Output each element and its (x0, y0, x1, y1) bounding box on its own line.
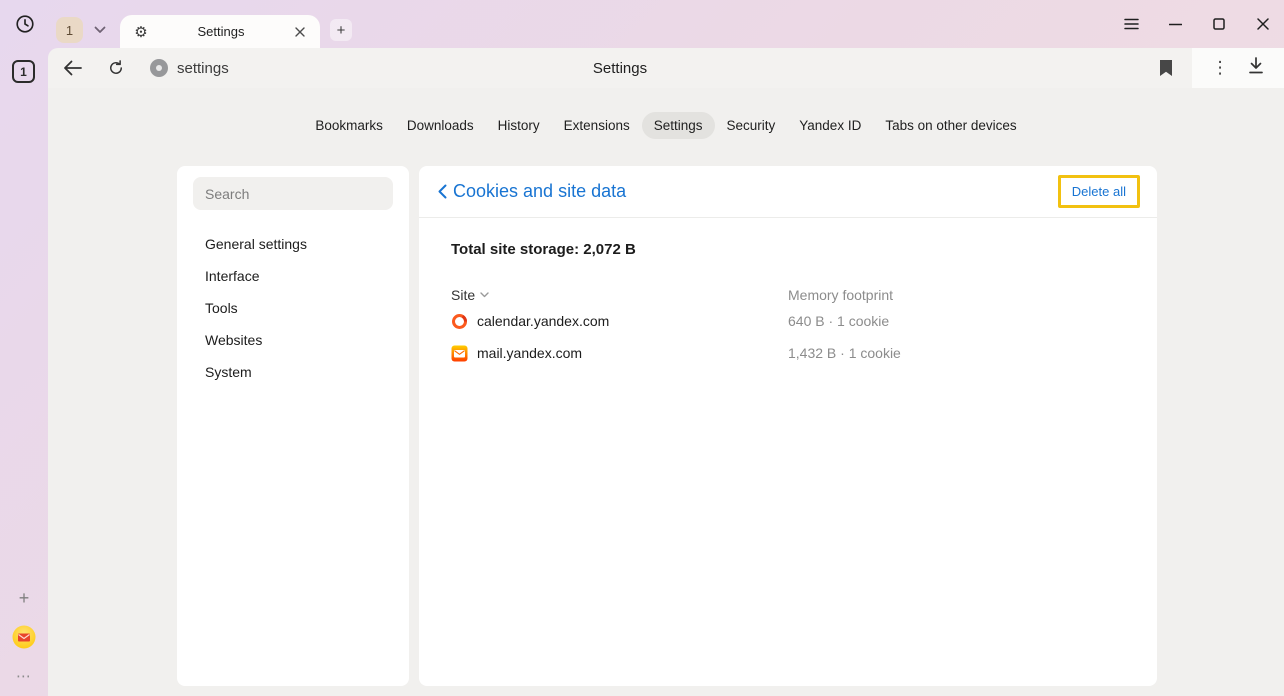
tab-bar: 1 ⚙ Settings + (0, 0, 1284, 48)
site-name: mail.yandex.com (477, 345, 582, 361)
nav-yandex-id[interactable]: Yandex ID (787, 112, 873, 139)
top-navigation: Bookmarks Downloads History Extensions S… (48, 112, 1284, 139)
mail-favicon-icon (451, 345, 468, 362)
nav-bookmarks[interactable]: Bookmarks (303, 112, 395, 139)
cookies-panel: Cookies and site data Delete all Total s… (419, 166, 1157, 686)
sidebar-item-system[interactable]: System (177, 356, 409, 388)
table-row[interactable]: mail.yandex.com 1,432 B · 1 cookie (451, 337, 1125, 369)
nav-extensions[interactable]: Extensions (552, 112, 642, 139)
table-header: Site Memory footprint (451, 285, 1125, 305)
search-box (193, 177, 393, 210)
sidebar-item-tools[interactable]: Tools (177, 292, 409, 324)
tabs-panel-counter[interactable]: 1 (12, 60, 35, 83)
tab-close-icon[interactable] (290, 22, 310, 42)
delete-all-button[interactable]: Delete all (1058, 175, 1140, 208)
column-site-label: Site (451, 287, 475, 303)
nav-tabs-other-devices[interactable]: Tabs on other devices (873, 112, 1028, 139)
history-clock-icon[interactable] (13, 12, 37, 36)
site-icon (150, 59, 168, 77)
reload-icon[interactable] (104, 56, 128, 80)
more-options-icon[interactable]: ⋯ (12, 668, 36, 684)
sidebar-item-websites[interactable]: Websites (177, 324, 409, 356)
toolbar: settings Settings ⋮ (48, 48, 1284, 88)
nav-settings[interactable]: Settings (642, 112, 715, 139)
address-text: settings (177, 60, 229, 77)
total-storage-text: Total site storage: 2,072 B (451, 241, 1125, 258)
sidebar-item-general-settings[interactable]: General settings (177, 228, 409, 260)
section-title[interactable]: Cookies and site data (453, 181, 1058, 202)
new-tab-button[interactable]: + (330, 19, 352, 41)
search-input[interactable] (193, 186, 393, 202)
back-chevron-icon[interactable] (435, 183, 449, 201)
tab-counter-badge[interactable]: 1 (56, 17, 83, 43)
sidebar-item-interface[interactable]: Interface (177, 260, 409, 292)
table-row[interactable]: calendar.yandex.com 640 B · 1 cookie (451, 305, 1125, 337)
nav-security[interactable]: Security (715, 112, 788, 139)
sidebar-list: General settings Interface Tools Website… (177, 228, 409, 388)
tab-settings[interactable]: ⚙ Settings (120, 15, 320, 48)
settings-page: Bookmarks Downloads History Extensions S… (48, 88, 1284, 696)
calendar-favicon-icon (451, 313, 468, 330)
bookmark-icon[interactable] (1154, 56, 1178, 80)
maximize-icon[interactable] (1208, 13, 1230, 35)
site-name: calendar.yandex.com (477, 313, 609, 329)
nav-downloads[interactable]: Downloads (395, 112, 486, 139)
chevron-down-icon[interactable] (91, 21, 109, 39)
back-icon[interactable] (60, 56, 84, 80)
browser-window: 1 ⚙ Settings + 1 (0, 0, 1284, 696)
toolbar-right: ⋮ (1154, 48, 1284, 88)
column-memory-label: Memory footprint (788, 287, 893, 303)
settings-sidebar: General settings Interface Tools Website… (177, 166, 409, 686)
column-site[interactable]: Site (451, 287, 788, 303)
strip-add-icon[interactable]: + (12, 586, 36, 610)
yandex-mail-icon[interactable] (11, 624, 37, 650)
left-strip: 1 + ⋯ (0, 48, 48, 696)
content-header: Cookies and site data Delete all (419, 166, 1157, 218)
menu-hamburger-icon[interactable] (1120, 13, 1142, 35)
content-body: Total site storage: 2,072 B Site Memory … (419, 241, 1157, 369)
toolbar-right-panel: ⋮ (1192, 48, 1284, 88)
minimize-icon[interactable] (1164, 13, 1186, 35)
memory-cell: 640 B · 1 cookie (788, 313, 889, 329)
download-icon[interactable] (1248, 57, 1264, 79)
address-bar[interactable]: settings (150, 59, 229, 77)
site-cell: calendar.yandex.com (451, 313, 788, 330)
site-cell: mail.yandex.com (451, 345, 788, 362)
sort-chevron-icon (480, 292, 489, 298)
gear-icon: ⚙ (130, 23, 152, 41)
kebab-menu-icon[interactable]: ⋮ (1212, 58, 1229, 78)
tab-title: Settings (152, 24, 290, 39)
memory-cell: 1,432 B · 1 cookie (788, 345, 901, 361)
panels: General settings Interface Tools Website… (177, 166, 1157, 686)
close-icon[interactable] (1252, 13, 1274, 35)
window-controls (1120, 6, 1274, 42)
nav-history[interactable]: History (486, 112, 552, 139)
